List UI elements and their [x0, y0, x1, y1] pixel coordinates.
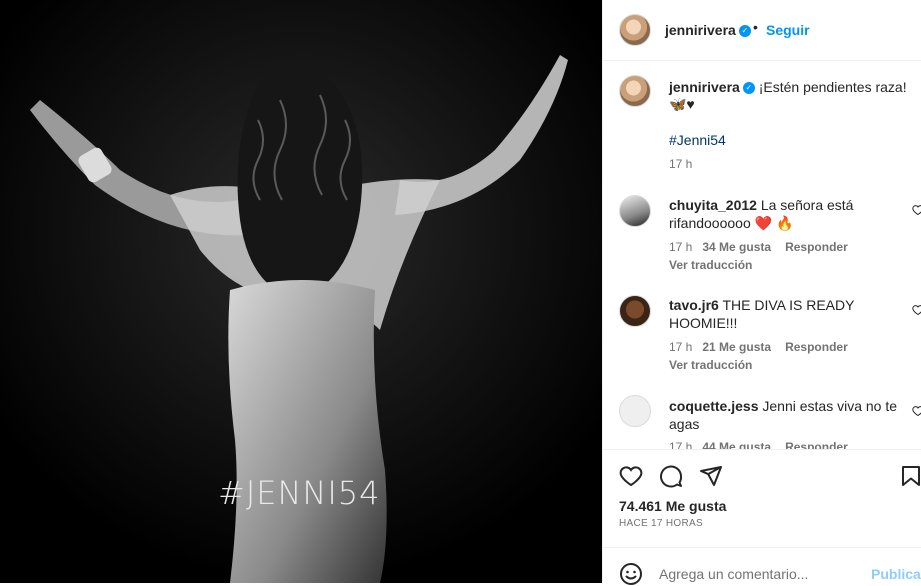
caption-emoji: 🦋♥	[669, 96, 695, 112]
reply-button[interactable]: Responder	[785, 440, 848, 449]
verified-badge-icon: ✓	[738, 25, 751, 38]
comment-username[interactable]: tavo.jr6	[669, 297, 719, 313]
comment-body-cont: HOOMIE!!!	[669, 315, 738, 331]
follow-button[interactable]: Seguir	[766, 22, 810, 38]
image-hashtag-overlay: #JENNI54	[218, 474, 381, 512]
comment-input[interactable]: Agrega un comentario...	[659, 566, 808, 582]
comment-text: chuyita_2012 La señora está	[669, 196, 853, 214]
comment-likes[interactable]: 34 Me gusta	[702, 240, 771, 254]
comment-body: THE DIVA IS READY	[722, 297, 855, 313]
comment-body-cont: rifandoooooo ❤️ 🔥	[669, 215, 794, 231]
post-actions: 74.461 Me gusta HACE 17 HORAS	[603, 449, 921, 548]
comment-body: Jenni estas viva no te	[762, 398, 898, 414]
comment-meta: 17 h 34 Me gusta Responder	[669, 240, 848, 254]
comment-bubble-icon[interactable]	[659, 464, 683, 488]
comment-time: 17 h	[669, 440, 693, 449]
like-comment-heart-icon[interactable]	[912, 304, 921, 316]
comment-avatar[interactable]	[619, 195, 651, 227]
see-translation-link[interactable]: Ver traducción	[669, 358, 752, 372]
comments-list[interactable]: jennirivera ✓ ¡Estén pendientes raza! 🦋♥ …	[603, 61, 921, 449]
comment-body-cont: agas	[669, 416, 700, 432]
author-name-row: jennirivera ✓	[665, 22, 751, 38]
post-timestamp: HACE 17 HORAS	[619, 518, 703, 529]
publish-button[interactable]: Publicar	[871, 566, 921, 582]
caption-hashtag[interactable]: #Jenni54	[669, 131, 726, 149]
comment-time: 17 h	[669, 240, 693, 254]
comment-avatar[interactable]	[619, 395, 651, 427]
comment-likes[interactable]: 21 Me gusta	[702, 340, 771, 354]
caption-time: 17 h	[669, 157, 693, 171]
like-comment-heart-icon[interactable]	[912, 204, 921, 216]
reply-button[interactable]: Responder	[785, 240, 848, 254]
reply-button[interactable]: Responder	[785, 340, 848, 354]
likes-count[interactable]: 74.461 Me gusta	[619, 498, 726, 514]
comment-body: La señora está	[760, 197, 854, 213]
comment-avatar[interactable]	[619, 295, 651, 327]
comment-time: 17 h	[669, 340, 693, 354]
comment-username[interactable]: chuyita_2012	[669, 197, 757, 213]
caption-username[interactable]: jennirivera	[669, 79, 740, 95]
comment-username[interactable]: coquette.jess	[669, 398, 758, 414]
share-send-icon[interactable]	[699, 464, 723, 488]
comment-text: tavo.jr6 THE DIVA IS READY	[669, 296, 854, 314]
like-heart-icon[interactable]	[619, 464, 643, 488]
add-comment-bar: Agrega un comentario... Publicar	[603, 547, 921, 586]
verified-badge-icon: ✓	[742, 82, 755, 95]
post-header: jennirivera ✓ • Seguir	[603, 0, 921, 61]
post-image[interactable]: #JENNI54	[0, 0, 602, 583]
like-comment-heart-icon[interactable]	[912, 405, 921, 417]
emoji-icon[interactable]	[619, 562, 643, 586]
author-username[interactable]: jennirivera	[665, 22, 736, 38]
caption-text: ¡Estén pendientes raza!	[758, 79, 907, 95]
caption-line: jennirivera ✓ ¡Estén pendientes raza!	[669, 78, 907, 96]
author-avatar[interactable]	[619, 14, 651, 46]
comment-meta: 17 h 21 Me gusta Responder	[669, 340, 848, 354]
save-bookmark-icon[interactable]	[899, 464, 921, 488]
caption-avatar[interactable]	[619, 75, 651, 107]
post-side-panel: jennirivera ✓ • Seguir jennirivera ✓ ¡Esté…	[602, 0, 921, 586]
header-separator: •	[753, 19, 758, 35]
comment-likes[interactable]: 44 Me gusta	[702, 440, 771, 449]
see-translation-link[interactable]: Ver traducción	[669, 258, 752, 272]
comment-meta: 17 h 44 Me gusta Responder	[669, 440, 848, 449]
comment-text: coquette.jess Jenni estas viva no te	[669, 397, 897, 415]
